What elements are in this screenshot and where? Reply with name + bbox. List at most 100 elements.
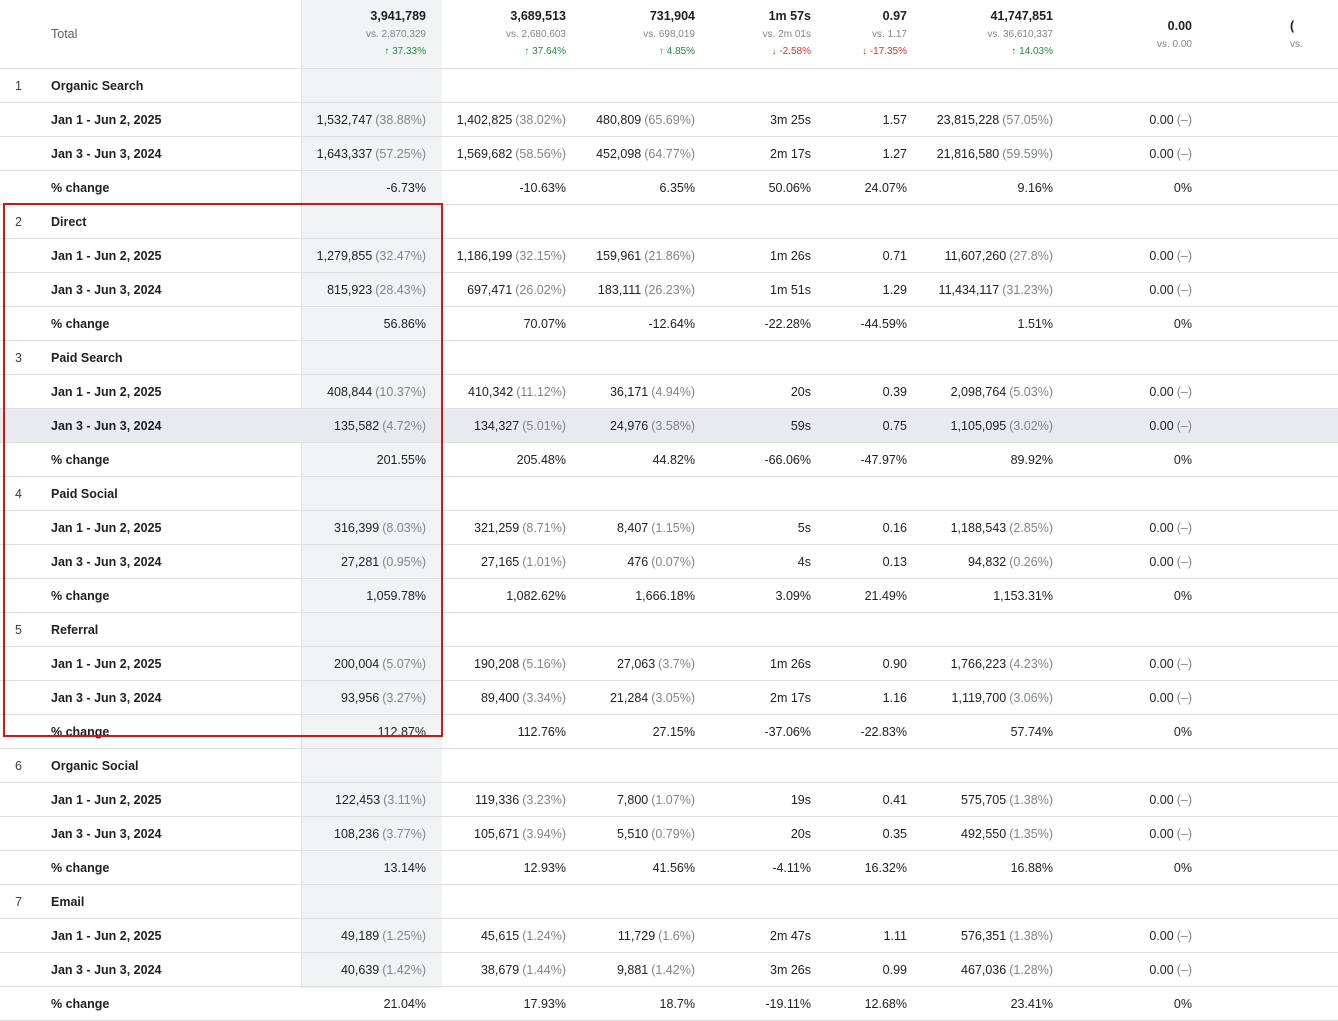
new-users-cell: 27,165 (1.01%) (480, 554, 566, 569)
event-count-cell: 11,607,260 (27.8%) (944, 248, 1053, 263)
new-users-cell: 17.93% (523, 996, 566, 1011)
row-label: Jan 3 - Jun 3, 2024 (51, 282, 162, 297)
table-row[interactable]: Jan 1 - Jun 2, 2025 49,189 (1.25%) 45,615 (1… (0, 919, 1338, 953)
row-index: 2 (15, 214, 22, 229)
row-label: Jan 3 - Jun 3, 2024 (51, 826, 162, 841)
table-row[interactable]: Jan 3 - Jun 3, 2024 108,236 (3.77%) 105,671… (0, 817, 1338, 851)
totals-label: Total (51, 27, 78, 41)
sessions-per-user-cell: 1.11 (883, 928, 907, 943)
channel-group-row[interactable]: 7 Email (0, 885, 1338, 919)
users-cell: 815,923 (28.43%) (327, 282, 426, 297)
users-cell: 40,639 (1.42%) (340, 962, 426, 977)
table-row[interactable]: Jan 1 - Jun 2, 2025 316,399 (8.03%) 321,259… (0, 511, 1338, 545)
sessions-per-user-cell: 0.13 (882, 554, 907, 569)
event-count-cell: 467,036 (1.28%) (961, 962, 1053, 977)
table-row[interactable]: Jan 1 - Jun 2, 2025 122,453 (3.11%) 119,336… (0, 783, 1338, 817)
conversions-cell: 0.00 (–) (1149, 554, 1192, 569)
table-row[interactable]: % change 13.14% 12.93% 41.56% -4.11% 16.32% 16… (0, 851, 1338, 885)
row-index: 5 (15, 622, 22, 637)
table-row[interactable]: % change 1,059.78% 1,082.62% 1,666.18% 3.09%… (0, 579, 1338, 613)
users-cell: 13.14% (383, 860, 426, 875)
avg-engagement-time-cell: -37.06% (764, 724, 811, 739)
report-table: Total 3,941,789 vs. 2,870,329 ↑ 37.33% 3… (0, 0, 1338, 1021)
table-row[interactable]: Jan 1 - Jun 2, 2025 1,532,747 (38.88%) 1,40… (0, 103, 1338, 137)
engaged-sessions-cell: 24,976 (3.58%) (609, 418, 695, 433)
channel-group-row[interactable]: 3 Paid Search (0, 341, 1338, 375)
channel-group-row[interactable]: 5 Referral (0, 613, 1338, 647)
total-engaged: 731,904 vs. 698,019 ↑ 4.85% (643, 9, 695, 57)
table-row[interactable]: % change 56.86% 70.07% -12.64% -22.28% -44.59… (0, 307, 1338, 341)
channel-group-row[interactable]: 1 Organic Search (0, 69, 1338, 103)
engaged-sessions-cell: 27,063 (3.7%) (616, 656, 695, 671)
sessions-per-user-cell: -44.59% (860, 316, 907, 331)
users-cell: 49,189 (1.25%) (340, 928, 426, 943)
total-avg-time: 1m 57s vs. 2m 01s ↓ -2.58% (762, 9, 811, 57)
channel-group-row[interactable]: 6 Organic Social (0, 749, 1338, 783)
event-count-cell: 9.16% (1017, 180, 1053, 195)
sessions-per-user-cell: 1.16 (882, 690, 907, 705)
sessions-per-user-cell: 1.29 (882, 282, 907, 297)
avg-engagement-time-cell: 2m 17s (770, 146, 811, 161)
table-row[interactable]: % change 21.04% 17.93% 18.7% -19.11% 12.68% 23… (0, 987, 1338, 1021)
sessions-per-user-cell: 0.71 (882, 248, 907, 263)
row-label: % change (51, 860, 110, 875)
row-label: Jan 1 - Jun 2, 2025 (51, 928, 162, 943)
table-row[interactable]: % change -6.73% -10.63% 6.35% 50.06% 24.07% 9.… (0, 171, 1338, 205)
table-row[interactable]: Jan 3 - Jun 3, 2024 93,956 (3.27%) 89,400 (3… (0, 681, 1338, 715)
table-row[interactable]: Jan 1 - Jun 2, 2025 408,844 (10.37%) 410,34… (0, 375, 1338, 409)
users-cell: 200,004 (5.07%) (334, 656, 426, 671)
new-users-cell: -10.63% (519, 180, 566, 195)
table-row[interactable]: % change 112.87% 112.76% 27.15% -37.06% -22.8… (0, 715, 1338, 749)
conversions-cell: 0.00 (–) (1149, 690, 1192, 705)
row-index: 1 (15, 78, 22, 93)
row-label: Jan 3 - Jun 3, 2024 (51, 690, 162, 705)
avg-engagement-time-cell: 20s (790, 384, 811, 399)
conversions-cell: 0.00 (–) (1149, 112, 1192, 127)
table-row[interactable]: Jan 3 - Jun 3, 2024 40,639 (1.42%) 38,679 (1… (0, 953, 1338, 987)
channel-name: Organic Search (51, 78, 144, 93)
table-row[interactable]: Jan 3 - Jun 3, 2024 1,643,337 (57.25%) 1,56… (0, 137, 1338, 171)
row-index: 7 (15, 894, 22, 909)
engaged-sessions-cell: 41.56% (652, 860, 695, 875)
engaged-sessions-cell: -12.64% (648, 316, 695, 331)
table-row[interactable]: % change 201.55% 205.48% 44.82% -66.06% -47.9… (0, 443, 1338, 477)
conversions-cell: 0.00 (–) (1149, 928, 1192, 943)
conversions-cell: 0% (1173, 860, 1192, 875)
avg-engagement-time-cell: 1m 51s (770, 282, 811, 297)
table-row[interactable]: Jan 1 - Jun 2, 2025 200,004 (5.07%) 190,208… (0, 647, 1338, 681)
conversions-cell: 0.00 (–) (1149, 520, 1192, 535)
sessions-per-user-cell: 12.68% (864, 996, 907, 1011)
event-count-cell: 89.92% (1010, 452, 1053, 467)
engaged-sessions-cell: 480,809 (65.69%) (596, 112, 695, 127)
table-row[interactable]: Jan 3 - Jun 3, 2024 815,923 (28.43%) 697,47… (0, 273, 1338, 307)
table-row[interactable]: Jan 1 - Jun 2, 2025 1,279,855 (32.47%) 1,18… (0, 239, 1338, 273)
row-label: % change (51, 724, 110, 739)
event-count-cell: 575,705 (1.38%) (961, 792, 1053, 807)
engaged-sessions-cell: 11,729 (1.6%) (617, 928, 695, 943)
event-count-cell: 11,434,117 (31.23%) (938, 282, 1053, 297)
new-users-cell: 1,569,682 (58.56%) (456, 146, 566, 161)
conversions-cell: 0.00 (–) (1149, 962, 1192, 977)
avg-engagement-time-cell: 2m 17s (770, 690, 811, 705)
channel-name: Direct (51, 214, 87, 229)
channel-group-row[interactable]: 2 Direct (0, 205, 1338, 239)
channel-name: Paid Search (51, 350, 123, 365)
channel-group-row[interactable]: 4 Paid Social (0, 477, 1338, 511)
row-label: Jan 3 - Jun 3, 2024 (51, 418, 162, 433)
row-label: % change (51, 996, 110, 1011)
conversions-cell: 0% (1173, 996, 1192, 1011)
new-users-cell: 134,327 (5.01%) (474, 418, 566, 433)
event-count-cell: 16.88% (1010, 860, 1053, 875)
table-row[interactable]: Jan 3 - Jun 3, 2024 135,582 (4.72%) 134,327… (0, 409, 1338, 443)
sessions-per-user-cell: -47.97% (860, 452, 907, 467)
row-label: Jan 1 - Jun 2, 2025 (51, 520, 162, 535)
channel-name: Organic Social (51, 758, 139, 773)
users-cell: 27,281 (0.95%) (340, 554, 426, 569)
table-row[interactable]: Jan 3 - Jun 3, 2024 27,281 (0.95%) 27,165 (1… (0, 545, 1338, 579)
users-cell: 122,453 (3.11%) (334, 792, 426, 807)
row-label: Jan 1 - Jun 2, 2025 (51, 656, 162, 671)
sessions-per-user-cell: -22.83% (860, 724, 907, 739)
avg-engagement-time-cell: -22.28% (764, 316, 811, 331)
row-label: Jan 1 - Jun 2, 2025 (51, 248, 162, 263)
channel-name: Referral (51, 622, 99, 637)
